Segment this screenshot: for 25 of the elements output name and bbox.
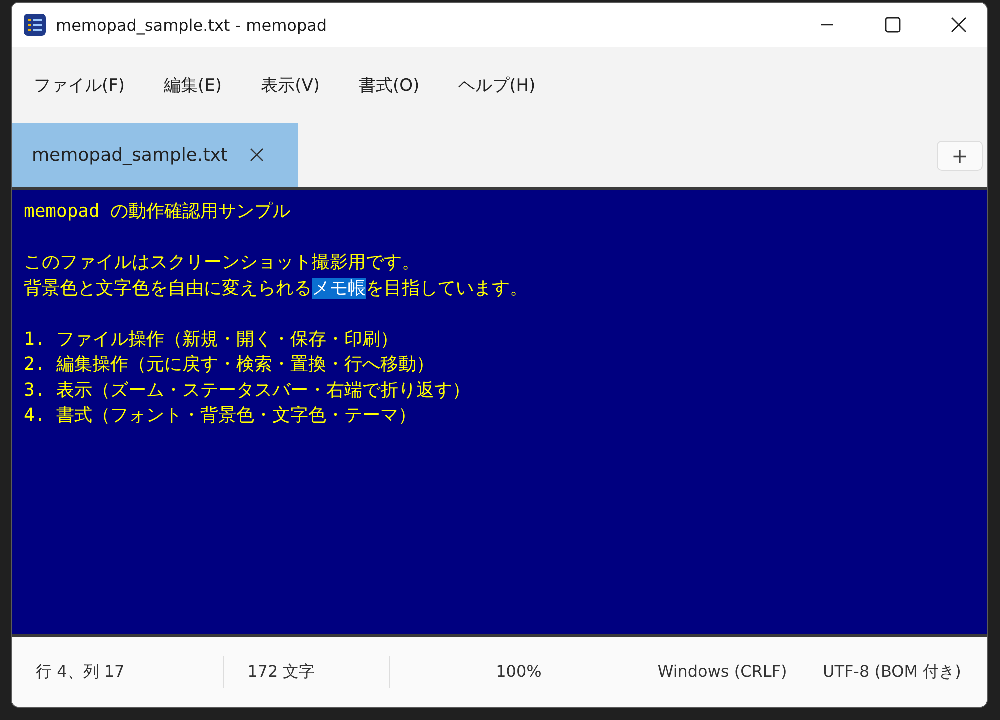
text-editor[interactable]: memopad の動作確認用サンプル このファイルはスクリーンショット撮影用です。 背景色と文字色を自由に変えられる メモ帳を目指しています。 1. ファイル操作（新規・開く・保存・印刷） 2. 編集操作（元に戻す・検索・置換・行へ移動） 3. 表示（ズーム・ステータスバー・右端で折り返す） 4. 書式（フォント・背景色・文字色・テーマ） xyxy=(12,187,987,637)
close-icon[interactable] xyxy=(951,17,967,33)
text-line: 4. 書式（フォント・背景色・文字色・テーマ） xyxy=(24,404,418,428)
text-line: memopad の動作確認用サンプル xyxy=(24,200,292,224)
text-line: このファイルはスクリーンショット撮影用です。 xyxy=(24,251,421,275)
menu-item[interactable]: 書式(O) xyxy=(348,68,430,102)
cursor-position: 行 4、列 17 xyxy=(12,656,224,688)
menu-item[interactable]: 表示(V) xyxy=(251,68,330,102)
maximize-icon[interactable] xyxy=(885,17,901,33)
text-line: 1. ファイル操作（新規・開く・保存・印刷） xyxy=(24,328,400,352)
line-ending: Windows (CRLF) xyxy=(656,661,788,683)
window-title: memopad_sample.txt - memopad xyxy=(56,16,328,34)
text-line: 背景色と文字色を自由に変えられる メモ帳を目指しています。 xyxy=(24,276,529,300)
menu-item[interactable]: ヘルプ(H) xyxy=(448,68,546,102)
menu-item[interactable]: ファイル(F) xyxy=(24,68,136,102)
text-line: 2. 編集操作（元に戻す・検索・置換・行へ移動） xyxy=(24,353,436,377)
encoding: UTF-8 (BOM 付き) xyxy=(822,661,962,683)
app-icon xyxy=(24,14,46,36)
zoom-level: 100% xyxy=(495,661,543,683)
text-line: 3. 表示（ズーム・ステータスバー・右端で折り返す） xyxy=(24,378,472,402)
file-tab[interactable]: memopad_sample.txt xyxy=(12,123,298,187)
menu-item[interactable]: 編集(E) xyxy=(154,68,232,102)
close-icon[interactable] xyxy=(250,148,264,162)
character-count: 172 文字 xyxy=(224,656,390,688)
new-tab-button[interactable]: + xyxy=(937,141,983,171)
